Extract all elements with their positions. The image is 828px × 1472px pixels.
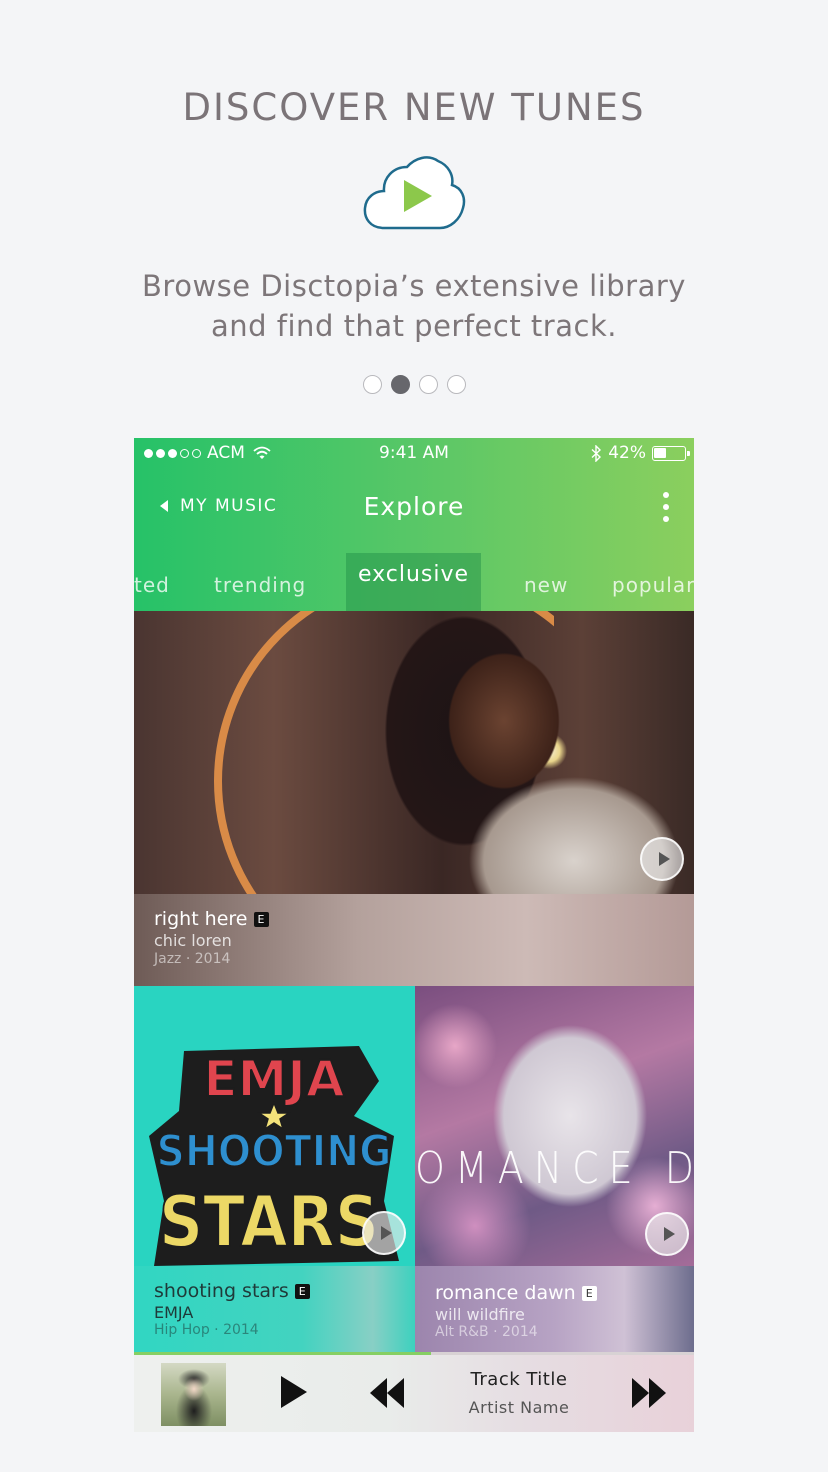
- art-text-stars: STARS: [159, 1181, 379, 1263]
- album-title-row: shooting stars E: [154, 1280, 310, 1302]
- battery-percent: 42%: [608, 443, 646, 463]
- album-title-row: romance dawn E: [435, 1282, 597, 1304]
- headline: DISCOVER NEW TUNES: [182, 86, 646, 129]
- tagline-line-2: and find that perfect track.: [211, 309, 617, 343]
- album-meta: Hip Hop · 2014: [154, 1322, 259, 1338]
- category-tabs: ted trending exclusive new popular: [134, 551, 694, 611]
- tagline-line-1: Browse Disctopia’s extensive library: [142, 269, 686, 303]
- fast-forward-icon[interactable]: [632, 1378, 666, 1408]
- album-artist: EMJA: [154, 1303, 194, 1322]
- featured-meta: Jazz · 2014: [154, 951, 231, 967]
- page-dot-3[interactable]: [418, 375, 438, 394]
- tab-trending[interactable]: trending: [214, 573, 306, 597]
- featured-info: right here E chic loren Jazz · 2014: [134, 894, 694, 986]
- tab-exclusive[interactable]: exclusive: [346, 553, 481, 611]
- album-meta: Alt R&B · 2014: [435, 1324, 538, 1340]
- status-bar: ACM 9:41 AM 42%: [134, 438, 694, 468]
- explicit-badge: E: [581, 1285, 597, 1301]
- album-info-romance-dawn: romance dawn E will wildfire Alt R&B · 2…: [415, 1266, 694, 1352]
- tab-popular[interactable]: popular: [612, 573, 694, 597]
- art-text-romance: OMANCE DAW: [415, 1142, 694, 1194]
- album-title: shooting stars: [154, 1280, 289, 1302]
- tagline: Browse Disctopia’s extensive library and…: [0, 266, 828, 346]
- album-card-romance-dawn[interactable]: OMANCE DAW romance dawn E will wildfire …: [415, 986, 694, 1352]
- cloud-play-icon: [363, 156, 466, 230]
- now-playing-thumbnail[interactable]: [161, 1363, 226, 1426]
- more-options-icon[interactable]: [662, 492, 670, 522]
- phone-screen: ACM 9:41 AM 42% MY MUSIC Explore ted tre…: [134, 438, 694, 1432]
- nav-bar: MY MUSIC Explore: [134, 478, 694, 538]
- page-title: Explore: [363, 492, 465, 521]
- album-info-shooting-stars: shooting stars E EMJA Hip Hop · 2014: [134, 1266, 415, 1352]
- featured-title: right here: [154, 908, 248, 930]
- art-text-emja: EMJA: [203, 1050, 345, 1108]
- rewind-icon[interactable]: [370, 1378, 404, 1408]
- artist-name: Artist Name: [468, 1398, 570, 1417]
- battery-fill: [654, 447, 666, 458]
- page-dot-2[interactable]: [390, 375, 410, 394]
- art-text-shooting: SHOOTING: [157, 1126, 392, 1177]
- play-button-shooting-stars[interactable]: [362, 1211, 406, 1255]
- play-icon[interactable]: [281, 1376, 307, 1408]
- battery-status: 42%: [590, 443, 690, 463]
- tab-ted[interactable]: ted: [134, 573, 170, 597]
- battery-icon: [652, 445, 690, 461]
- album-title: romance dawn: [435, 1282, 576, 1304]
- featured-title-row: right here E: [154, 908, 269, 930]
- explicit-badge: E: [294, 1283, 310, 1299]
- album-card-shooting-stars[interactable]: EMJA SHOOTING STARS shooting stars E EMJ…: [134, 986, 415, 1352]
- bluetooth-icon: [591, 444, 602, 462]
- play-button-romance-dawn[interactable]: [645, 1212, 689, 1256]
- mini-player: Track Title Artist Name: [134, 1355, 694, 1432]
- now-playing-info[interactable]: Track Title Artist Name: [434, 1369, 604, 1417]
- featured-artist: chic loren: [154, 931, 232, 950]
- page-indicator[interactable]: [0, 375, 828, 394]
- tab-new[interactable]: new: [524, 573, 568, 597]
- header: ACM 9:41 AM 42% MY MUSIC Explore ted tre…: [134, 438, 694, 611]
- album-artist: will wildfire: [435, 1305, 525, 1324]
- featured-play-button[interactable]: [640, 837, 684, 881]
- page-dot-4[interactable]: [446, 375, 466, 394]
- track-title: Track Title: [470, 1369, 568, 1390]
- explicit-badge: E: [253, 911, 269, 927]
- featured-card[interactable]: right here E chic loren Jazz · 2014: [134, 611, 694, 986]
- page-dot-1[interactable]: [362, 375, 382, 394]
